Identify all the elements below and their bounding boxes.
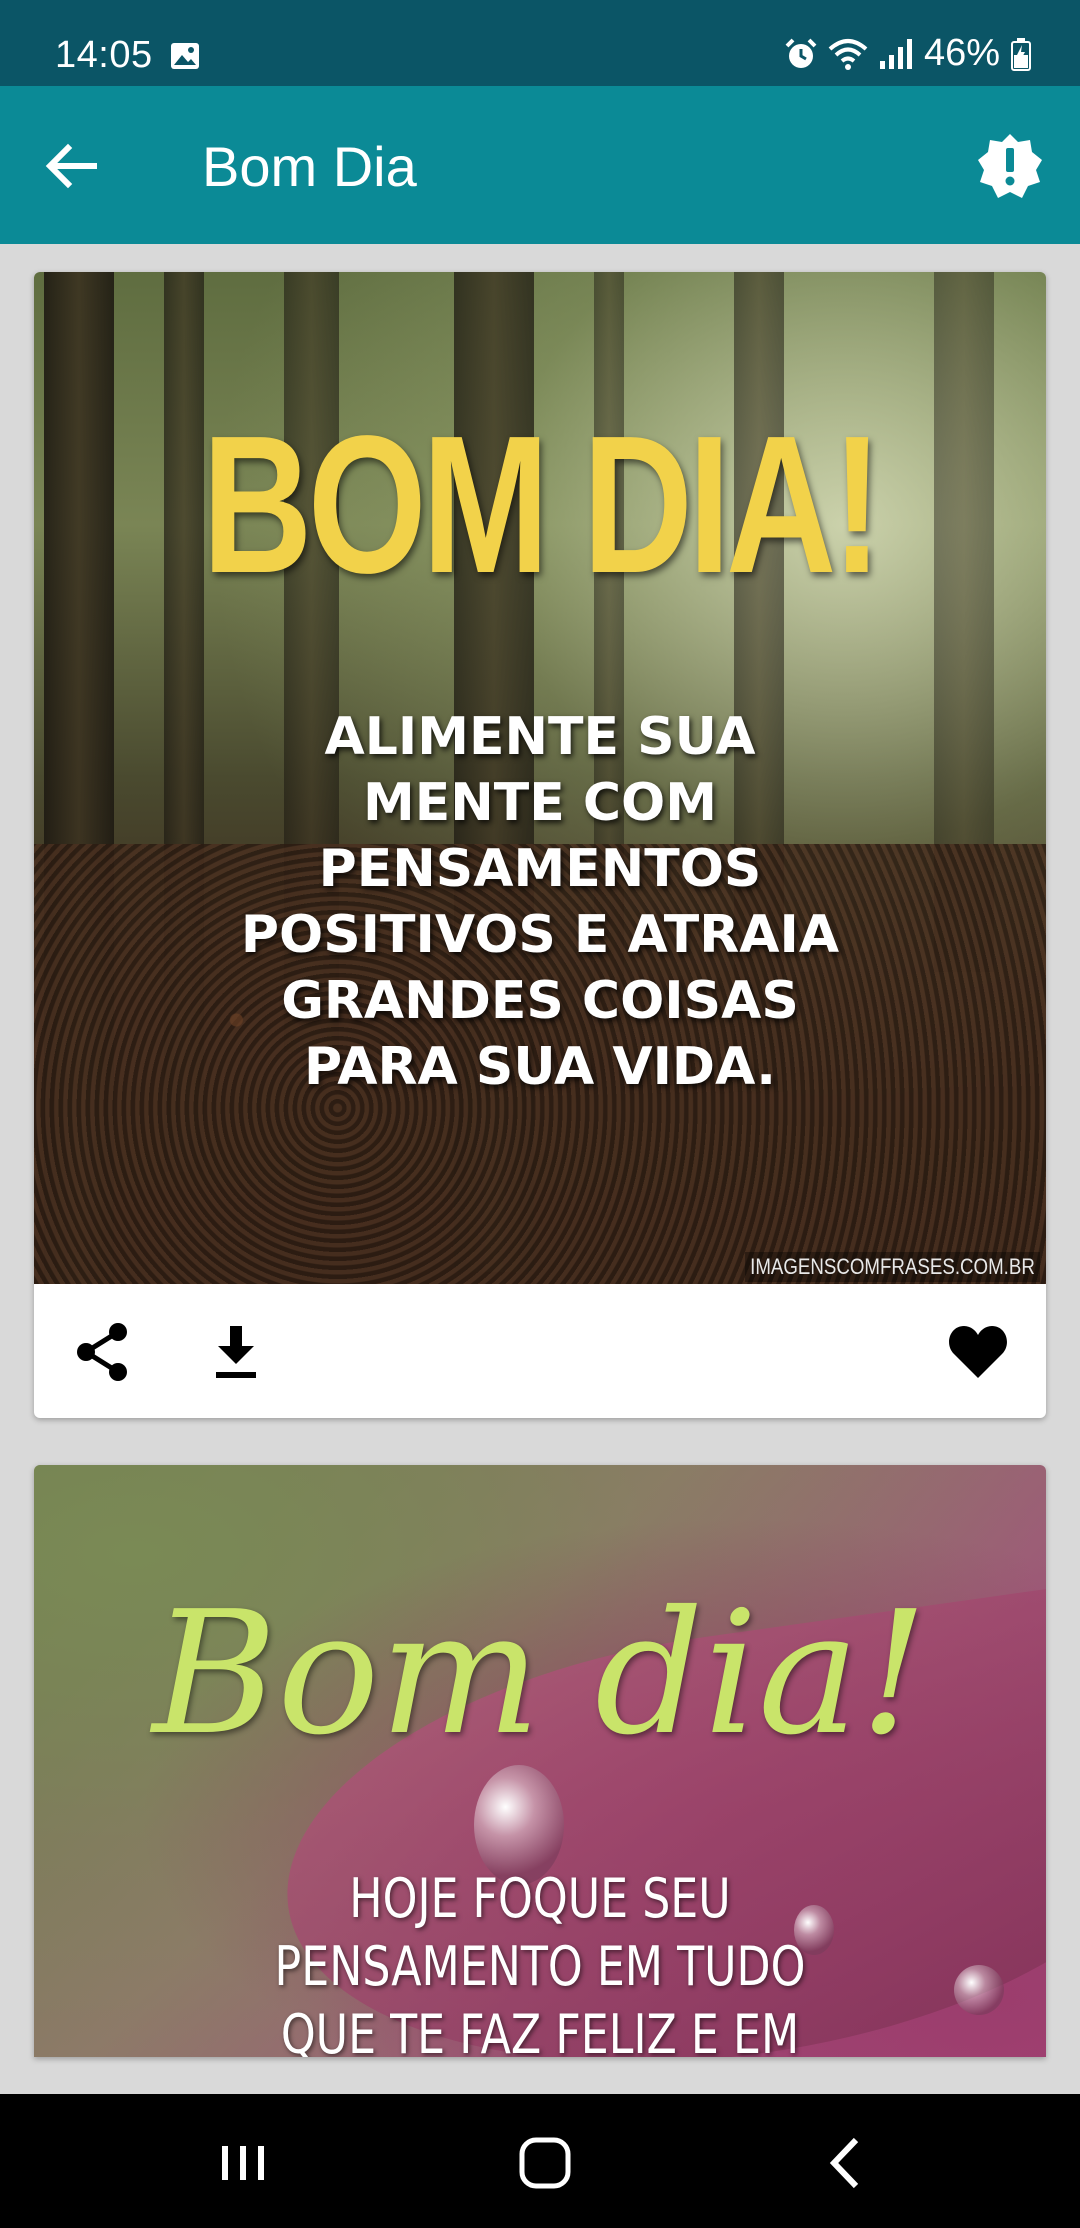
image-card: BOM DIA! ALIMENTE SUA MENTE COM PENSAMEN… [34,272,1046,1418]
app-bar: Bom Dia [0,86,1080,244]
battery-percent: 46% [923,32,1000,74]
wifi-icon [828,38,868,70]
watermark: IMAGENSCOMFRASES.COM.BR [745,1252,1040,1282]
card-quote: HOJE FOQUE SEU PENSAMENTO EM TUDO QUE TE… [274,1867,806,2057]
home-icon[interactable] [510,2128,580,2198]
card-actions [34,1284,1046,1418]
card-headline: Bom dia! [152,1575,928,1773]
system-nav-bar [0,2094,1080,2228]
download-icon[interactable] [204,1320,268,1384]
share-icon[interactable] [70,1320,134,1384]
arrow-back-icon[interactable] [42,136,102,196]
recents-icon[interactable] [208,2128,278,2198]
battery-icon [1011,37,1031,71]
water-droplet [954,1965,1004,2015]
status-time: 14:05 [55,34,153,76]
card-image[interactable]: BOM DIA! ALIMENTE SUA MENTE COM PENSAMEN… [34,272,1046,1284]
heart-icon[interactable] [946,1320,1010,1384]
report-icon[interactable] [974,130,1046,202]
page-title: Bom Dia [202,135,417,198]
back-icon[interactable] [812,2128,882,2198]
image-icon [171,43,199,69]
signal-icon [879,38,912,69]
card-image[interactable]: Bom dia! HOJE FOQUE SEU PENSAMENTO EM TU… [34,1465,1046,2057]
image-card: Bom dia! HOJE FOQUE SEU PENSAMENTO EM TU… [34,1465,1046,2057]
card-headline: BOM DIA! [202,395,883,614]
status-bar: 14:05 46% [0,0,1080,86]
alarm-icon [785,38,817,68]
status-icons: 46% [784,32,1032,75]
card-quote: ALIMENTE SUA MENTE COM PENSAMENTOS POSIT… [240,707,840,1097]
